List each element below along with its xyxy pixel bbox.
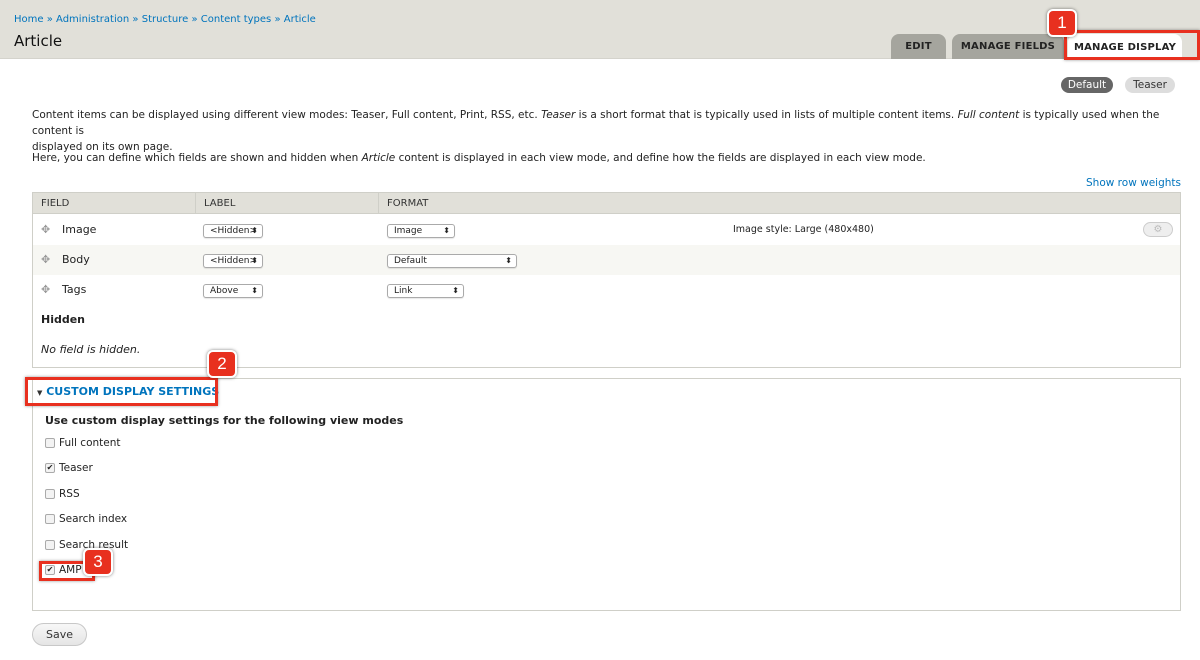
format-select[interactable]: Image ⬍ xyxy=(387,224,455,238)
checkbox[interactable] xyxy=(45,514,55,524)
tab-edit[interactable]: EDIT xyxy=(891,34,946,59)
table-row: ✥ Tags Above ⬍ Link ⬍ xyxy=(33,275,1180,305)
checkbox[interactable] xyxy=(45,438,55,448)
checkbox-search-index[interactable]: Search index xyxy=(45,513,127,525)
hidden-empty-message: No field is hidden. xyxy=(41,343,141,356)
label-select[interactable]: Above ⬍ xyxy=(203,284,263,298)
text: Teaser xyxy=(541,109,576,121)
checkbox-label: Full content xyxy=(59,437,121,449)
intro-paragraph-2: Here, you can define which fields are sh… xyxy=(32,150,1172,166)
checkbox-label: Teaser xyxy=(59,462,93,474)
checkbox-label: RSS xyxy=(59,488,80,500)
field-name: Body xyxy=(62,253,90,266)
label-select[interactable]: <Hidden> ⬍ xyxy=(203,224,263,238)
breadcrumb-administration[interactable]: Administration xyxy=(56,14,129,25)
header-label: LABEL xyxy=(196,193,379,214)
text: Article xyxy=(361,152,396,164)
select-value: Link xyxy=(394,286,413,296)
select-arrows-icon: ⬍ xyxy=(251,256,258,265)
field-name: Tags xyxy=(62,283,87,296)
select-arrows-icon: ⬍ xyxy=(251,286,258,295)
select-arrows-icon: ⬍ xyxy=(505,256,512,265)
breadcrumb: Home » Administration » Structure » Cont… xyxy=(14,14,316,25)
checkbox-teaser[interactable]: ✔ Teaser xyxy=(45,462,93,474)
table-row: ✥ Body <Hidden> ⬍ Default ⬍ xyxy=(33,245,1180,275)
text: Content items can be displayed using dif… xyxy=(32,109,542,121)
tab-manage-fields[interactable]: MANAGE FIELDS xyxy=(952,34,1064,59)
breadcrumb-separator: » xyxy=(132,14,139,25)
view-mode-default[interactable]: Default xyxy=(1061,77,1113,93)
format-select[interactable]: Default ⬍ xyxy=(387,254,517,268)
annotation-highlight xyxy=(1064,30,1200,60)
select-value: <Hidden> xyxy=(210,256,258,266)
text: Full content xyxy=(957,109,1020,121)
table-row: ✥ Image <Hidden> ⬍ Image ⬍ Image style: La… xyxy=(33,215,1180,245)
hidden-region-row: Hidden xyxy=(33,305,1180,335)
header-field: FIELD xyxy=(33,193,196,214)
checkmark-icon[interactable]: ✔ xyxy=(45,463,55,473)
select-value: <Hidden> xyxy=(210,226,258,236)
breadcrumb-home[interactable]: Home xyxy=(14,14,44,25)
save-button[interactable]: Save xyxy=(32,623,87,646)
header-format: FORMAT xyxy=(379,193,1180,214)
select-value: Above xyxy=(210,286,239,296)
annotation-badge: 2 xyxy=(207,350,237,378)
text: content is displayed in each view mode, … xyxy=(395,152,926,164)
breadcrumb-article[interactable]: Article xyxy=(284,14,316,25)
breadcrumb-content-types[interactable]: Content types xyxy=(201,14,272,25)
hidden-empty-row: No field is hidden. xyxy=(33,335,1180,365)
breadcrumb-separator: » xyxy=(191,14,198,25)
breadcrumb-structure[interactable]: Structure xyxy=(142,14,189,25)
select-arrows-icon: ⬍ xyxy=(443,226,450,235)
select-arrows-icon: ⬍ xyxy=(251,226,258,235)
hidden-heading: Hidden xyxy=(41,313,86,326)
breadcrumb-separator: » xyxy=(274,14,281,25)
annotation-badge: 3 xyxy=(83,548,113,576)
checkbox[interactable] xyxy=(45,540,55,550)
custom-display-settings-details xyxy=(32,378,1181,611)
label-select[interactable]: <Hidden> ⬍ xyxy=(203,254,263,268)
checkbox-label: Search index xyxy=(59,513,128,525)
checkbox[interactable] xyxy=(45,489,55,499)
page-title: Article xyxy=(14,32,63,50)
text: Here, you can define which fields are sh… xyxy=(32,152,362,164)
annotation-highlight xyxy=(25,377,218,406)
format-summary: Image style: Large (480x480) xyxy=(733,224,874,235)
select-value: Default xyxy=(394,256,427,266)
select-arrows-icon: ⬍ xyxy=(452,286,459,295)
view-modes-legend: Use custom display settings for the foll… xyxy=(45,414,404,427)
drag-handle-icon[interactable]: ✥ xyxy=(41,223,50,236)
view-mode-teaser[interactable]: Teaser xyxy=(1125,77,1175,93)
drag-handle-icon[interactable]: ✥ xyxy=(41,253,50,266)
intro-paragraph-1: Content items can be displayed using dif… xyxy=(32,107,1172,155)
drag-handle-icon[interactable]: ✥ xyxy=(41,283,50,296)
show-row-weights-link[interactable]: Show row weights xyxy=(1086,177,1181,189)
checkbox-full-content[interactable]: Full content xyxy=(45,437,121,449)
annotation-badge: 1 xyxy=(1047,9,1077,37)
text: is a short format that is typically used… xyxy=(575,109,958,121)
field-name: Image xyxy=(62,223,97,236)
checkbox-rss[interactable]: RSS xyxy=(45,488,80,500)
fields-table: FIELD LABEL FORMAT ✥ Image <Hidden> ⬍ Ima… xyxy=(32,192,1181,368)
format-select[interactable]: Link ⬍ xyxy=(387,284,464,298)
breadcrumb-separator: » xyxy=(46,14,53,25)
settings-gear-icon[interactable]: ⚙ xyxy=(1143,222,1173,237)
select-value: Image xyxy=(394,226,423,236)
